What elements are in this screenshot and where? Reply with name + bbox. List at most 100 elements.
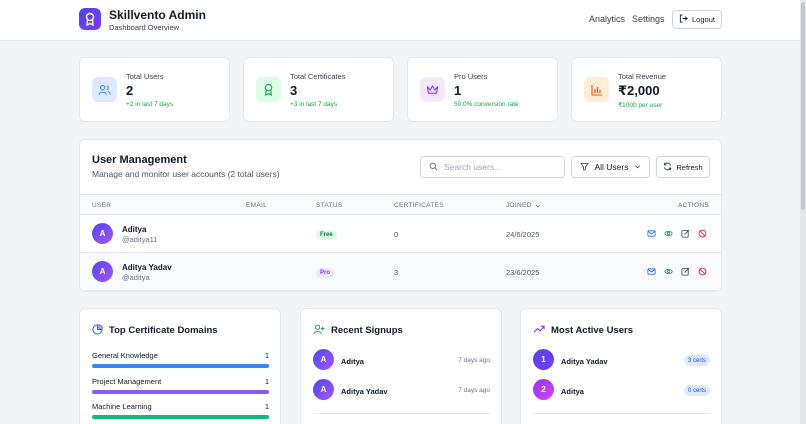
column-header-status[interactable]: STATUS	[316, 202, 342, 209]
stat-label: Total Users	[126, 72, 164, 81]
filter-label: All Users	[594, 162, 629, 172]
domain-label: Project Management	[92, 377, 162, 386]
table-row: A Aditya Yadav @aditya Pro 3 23/6/2025	[80, 253, 721, 291]
eye-icon[interactable]	[664, 229, 673, 238]
stat-value: 2	[126, 83, 134, 98]
cert-count-badge: 3 certs	[683, 355, 710, 366]
domain-progress-track	[92, 364, 269, 368]
signup-time: 7 days ago	[458, 357, 490, 364]
avatar: A	[92, 223, 113, 244]
user-management-subtitle: Manage and monitor user accounts (2 tota…	[92, 169, 280, 179]
ban-icon[interactable]	[698, 267, 707, 276]
users-icon	[92, 77, 117, 102]
search-icon	[429, 162, 438, 173]
joined-header-label: JOINED	[506, 202, 532, 209]
stat-label: Total Revenue	[618, 72, 666, 81]
logout-icon	[679, 14, 688, 25]
user-handle: @aditya11	[122, 235, 158, 244]
mail-icon[interactable]	[647, 229, 656, 238]
rank-badge: 1	[533, 349, 554, 370]
joined-date: 24/6/2025	[506, 230, 540, 239]
domain-progress-track	[92, 415, 269, 419]
active-user-name: Aditya Yadav	[561, 357, 608, 366]
domain-count: 1	[264, 377, 269, 386]
scrollbar-thumb[interactable]	[801, 2, 805, 210]
joined-date: 23/6/2025	[506, 268, 540, 277]
column-header-certificates[interactable]: CERTIFICATES	[394, 202, 444, 209]
edit-icon[interactable]	[681, 267, 690, 276]
column-header-user[interactable]: USER	[92, 202, 111, 209]
filter-icon	[580, 162, 589, 173]
domain-progress-fill	[92, 415, 269, 419]
signup-time: 7 days ago	[458, 387, 490, 394]
edit-icon[interactable]	[681, 229, 690, 238]
sort-chevron-icon	[535, 204, 540, 208]
award-logo-icon	[79, 8, 101, 30]
bar-chart-icon	[584, 77, 609, 102]
certificate-count: 3	[394, 268, 399, 277]
top-domains-header: Top Certificate Domains	[92, 324, 218, 337]
logout-button[interactable]: Logout	[672, 10, 722, 29]
logout-label: Logout	[692, 15, 715, 24]
refresh-button[interactable]: Refresh	[656, 156, 710, 178]
mail-icon[interactable]	[647, 267, 656, 276]
user-plus-icon	[313, 324, 325, 337]
app-subtitle: Dashboard Overview	[109, 23, 180, 32]
domain-progress-fill	[92, 390, 269, 394]
row-actions	[647, 267, 707, 276]
search-box[interactable]	[420, 156, 565, 178]
refresh-icon	[663, 162, 672, 173]
ban-icon[interactable]	[698, 229, 707, 238]
user-management-title: User Management	[92, 154, 187, 166]
domain-progress-track	[92, 390, 269, 394]
recent-signups-title: Recent Signups	[331, 325, 403, 336]
stat-label: Pro Users	[454, 72, 488, 81]
stat-sub: ₹1000 per user	[618, 102, 663, 109]
stat-label: Total Certificates	[290, 72, 346, 81]
most-active-header: Most Active Users	[533, 324, 633, 336]
award-icon	[256, 77, 281, 102]
divider	[533, 413, 710, 414]
refresh-label: Refresh	[676, 162, 703, 172]
avatar: A	[313, 349, 334, 370]
user-handle: @aditya	[122, 273, 150, 282]
column-header-joined[interactable]: JOINED	[506, 202, 541, 209]
cert-count-badge: 0 certs	[683, 385, 710, 396]
search-input[interactable]	[444, 162, 554, 172]
user-filter-select[interactable]: All Users	[571, 156, 650, 178]
column-header-email[interactable]: EMAIL	[246, 202, 267, 209]
chevron-down-icon	[634, 162, 641, 172]
active-user-name: Aditya	[561, 387, 584, 396]
nav-settings[interactable]: Settings	[632, 14, 665, 24]
pie-chart-icon	[92, 324, 103, 337]
domain-label: General Knowledge	[92, 351, 158, 360]
avatar: A	[92, 261, 113, 282]
crown-icon	[420, 77, 445, 102]
page-scrollbar[interactable]	[800, 0, 806, 424]
app-title: Skillvento Admin	[109, 8, 206, 22]
top-domains-title: Top Certificate Domains	[109, 325, 218, 336]
nav-analytics[interactable]: Analytics	[589, 14, 625, 24]
top-domains-panel: Top Certificate Domains General Knowledg…	[79, 308, 281, 424]
avatar: A	[313, 379, 334, 400]
table-header: USER EMAIL STATUS CERTIFICATES JOINED AC…	[80, 194, 721, 215]
recent-signups-header: Recent Signups	[313, 324, 403, 337]
table-row: A Aditya @aditya11 Free 0 24/6/2025	[80, 215, 721, 253]
domain-count: 1	[264, 402, 269, 411]
row-actions	[647, 229, 707, 238]
user-name: Aditya	[122, 225, 147, 234]
certificate-count: 0	[394, 230, 399, 239]
eye-icon[interactable]	[664, 267, 673, 276]
stat-card-total-revenue: Total Revenue ₹2,000 ₹1000 per user	[571, 57, 722, 122]
list-item: A Aditya Yadav 7 days ago	[313, 379, 490, 403]
stat-value: ₹2,000	[618, 83, 660, 98]
rank-badge: 2	[533, 379, 554, 400]
recent-signups-panel: Recent Signups A Aditya 7 days ago A Adi…	[300, 308, 502, 424]
stat-value: 3	[290, 83, 298, 98]
list-item: 2 Aditya 0 certs	[533, 379, 710, 403]
app-header: Skillvento Admin Dashboard Overview Anal…	[0, 0, 800, 41]
most-active-panel: Most Active Users 1 Aditya Yadav 3 certs…	[520, 308, 722, 424]
stat-card-total-certificates: Total Certificates 3 +3 in last 7 days	[243, 57, 394, 122]
stat-card-pro-users: Pro Users 1 50.0% conversion rate	[407, 57, 558, 122]
column-header-actions: ACTIONS	[678, 202, 709, 209]
